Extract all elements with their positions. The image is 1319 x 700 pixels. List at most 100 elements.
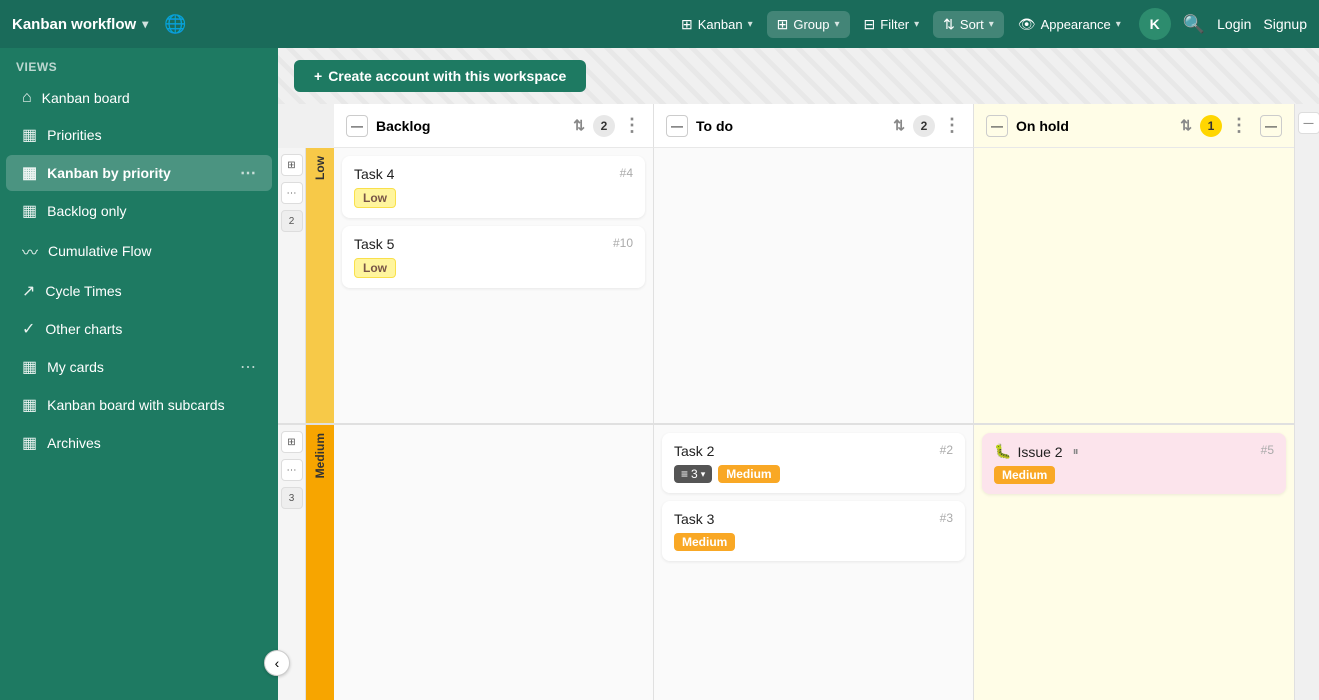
card-task2[interactable]: Task 2 #2 ≡ 3 ▾ Medium	[662, 433, 965, 493]
signup-link[interactable]: Signup	[1263, 16, 1307, 32]
filter-nav-button[interactable]: ⊟ Filter ▾	[854, 11, 930, 38]
sidebar-item-cycle-times[interactable]: ↗ Cycle Times	[6, 273, 272, 309]
sidebar-item-archives[interactable]: ▦ Archives	[6, 425, 272, 461]
kanban-priority-more-icon[interactable]: ⋯	[240, 163, 256, 183]
nav-controls: ⊞ Kanban ▾ ⊞ Group ▾ ⊟ Filter ▾ ⇅ Sort ▾…	[671, 11, 1131, 38]
archives-icon: ▦	[22, 433, 37, 453]
card-task5[interactable]: Task 5 #10 Low	[342, 226, 645, 288]
todo-title: To do	[696, 118, 885, 134]
subcards-icon: ▦	[22, 395, 37, 415]
create-account-bar: + Create account with this workspace	[278, 48, 1319, 104]
card-task4[interactable]: Task 4 #4 Low	[342, 156, 645, 218]
todo-sort-icon[interactable]: ⇅	[893, 117, 905, 134]
top-nav: Kanban workflow ▾ 🌐 ⊞ Kanban ▾ ⊞ Group ▾…	[0, 0, 1319, 48]
sidebar-item-my-cards[interactable]: ▦ My cards ⋯	[6, 349, 272, 385]
login-link[interactable]: Login	[1217, 16, 1251, 32]
onhold-sort-icon[interactable]: ⇅	[1180, 117, 1192, 134]
pause-icon: ⏸	[1073, 444, 1079, 459]
medium-swimlane-expand-icon[interactable]: ⊞	[281, 431, 303, 453]
avatar[interactable]: K	[1139, 8, 1171, 40]
backlog-more-icon[interactable]: ⋮	[623, 115, 641, 136]
todo-count: 2	[913, 115, 935, 137]
filter-chevron-icon: ▾	[914, 19, 919, 30]
kanban-chevron-icon: ▾	[748, 19, 753, 30]
right-collapse-button[interactable]: —	[1298, 112, 1319, 134]
kanban-icon: ⊞	[681, 16, 693, 33]
backlog-count: 2	[593, 115, 615, 137]
brand-chevron-icon: ▾	[142, 17, 148, 31]
main-content: + Create account with this workspace — B…	[278, 48, 1319, 700]
my-cards-more-icon[interactable]: ⋯	[240, 357, 256, 377]
group-chevron-icon: ▾	[834, 19, 839, 30]
kanban-priority-icon: ▦	[22, 163, 37, 183]
todo-medium-cards: Task 2 #2 ≡ 3 ▾ Medium	[654, 425, 974, 700]
card-task3[interactable]: Task 3 #3 Medium	[662, 501, 965, 561]
subtask-chevron-icon: ▾	[701, 469, 706, 480]
medium-swimlane-count-icon: 3	[281, 487, 303, 509]
task4-low-tag: Low	[354, 188, 396, 208]
nav-right: K 🔍 Login Signup	[1139, 8, 1307, 40]
sort-chevron-icon: ▾	[989, 19, 994, 30]
group-nav-button[interactable]: ⊞ Group ▾	[767, 11, 850, 38]
backlog-sort-icon[interactable]: ⇅	[573, 117, 585, 134]
backlog-title: Backlog	[376, 118, 565, 134]
low-lane-label: Low	[306, 148, 334, 423]
onhold-collapse-button[interactable]: —	[986, 115, 1008, 137]
appearance-chevron-icon: ▾	[1116, 19, 1121, 30]
medium-swimlane-more-icon[interactable]: ⋯	[281, 459, 303, 481]
backlog-collapse-button[interactable]: —	[346, 115, 368, 137]
sidebar-item-other-charts[interactable]: ✓ Other charts	[6, 311, 272, 347]
onhold-low-cards	[974, 148, 1294, 423]
appearance-nav-button[interactable]: 👁 Appearance ▾	[1008, 11, 1131, 38]
kanban-board: — Backlog ⇅ 2 ⋮ — To do ⇅ 2 ⋮	[278, 104, 1319, 700]
create-account-button[interactable]: + Create account with this workspace	[294, 60, 586, 92]
todo-col-header: — To do ⇅ 2 ⋮	[654, 104, 974, 148]
todo-collapse-button[interactable]: —	[666, 115, 688, 137]
views-section-title: Views	[0, 48, 278, 80]
right-collapse-panel: —	[1294, 104, 1319, 700]
app-title[interactable]: Kanban workflow ▾	[12, 16, 148, 33]
sort-icon: ⇅	[943, 16, 955, 33]
onhold-col-header: — On hold ⇅ 1 ⋮ —	[974, 104, 1294, 148]
onhold-collapse2-button[interactable]: —	[1260, 115, 1282, 137]
low-swimlane-more-icon[interactable]: ⋯	[281, 182, 303, 204]
low-swimlane-count-icon: 2	[281, 210, 303, 232]
sidebar-item-subcards[interactable]: ▦ Kanban board with subcards	[6, 387, 272, 423]
onhold-count: 1	[1200, 115, 1222, 137]
medium-swimlane: ⊞ ⋯ 3 Medium Task 2	[278, 425, 1294, 700]
bug-icon: 🐛	[994, 443, 1011, 460]
todo-low-cards	[654, 148, 974, 423]
low-swimlane-expand-icon[interactable]: ⊞	[281, 154, 303, 176]
task5-low-tag: Low	[354, 258, 396, 278]
onhold-title: On hold	[1016, 118, 1172, 134]
sidebar-item-backlog-only[interactable]: ▦ Backlog only	[6, 193, 272, 229]
sidebar-item-kanban-board[interactable]: ⌂ Kanban board	[6, 81, 272, 115]
backlog-medium-cards	[334, 425, 654, 700]
kanban-board-icon: ⌂	[22, 89, 32, 107]
task2-medium-tag: Medium	[718, 465, 779, 483]
my-cards-icon: ▦	[22, 357, 37, 377]
issue2-medium-tag: Medium	[994, 466, 1055, 484]
backlog-icon: ▦	[22, 201, 37, 221]
search-icon[interactable]: 🔍	[1183, 14, 1205, 35]
card-issue2[interactable]: 🐛 Issue 2 ⏸ #5 Medium	[982, 433, 1286, 494]
onhold-more-icon[interactable]: ⋮	[1230, 115, 1248, 136]
sidebar: Views ⌂ Kanban board ▦ Priorities ▦ Kanb…	[0, 48, 278, 700]
low-swimlane: ⊞ ⋯ 2 Low Task 4 #4	[278, 148, 1294, 425]
cumulative-flow-icon: 〰	[22, 239, 38, 263]
kanban-nav-button[interactable]: ⊞ Kanban ▾	[671, 11, 763, 38]
priorities-icon: ▦	[22, 125, 37, 145]
sidebar-item-cumulative-flow[interactable]: 〰 Cumulative Flow	[6, 231, 272, 271]
other-charts-icon: ✓	[22, 319, 35, 339]
onhold-medium-cards: 🐛 Issue 2 ⏸ #5 Medium	[974, 425, 1294, 700]
filter-icon: ⊟	[864, 16, 876, 33]
globe-icon[interactable]: 🌐	[164, 14, 186, 35]
task2-subtask-badge[interactable]: ≡ 3 ▾	[674, 465, 712, 483]
todo-more-icon[interactable]: ⋮	[943, 115, 961, 136]
backlog-col-header: — Backlog ⇅ 2 ⋮	[334, 104, 654, 148]
sort-nav-button[interactable]: ⇅ Sort ▾	[933, 11, 1004, 38]
chevron-left-icon: ‹	[278, 655, 279, 671]
sidebar-item-priorities[interactable]: ▦ Priorities	[6, 117, 272, 153]
sidebar-item-kanban-by-priority[interactable]: ▦ Kanban by priority ⋯	[6, 155, 272, 191]
group-icon: ⊞	[777, 16, 789, 33]
